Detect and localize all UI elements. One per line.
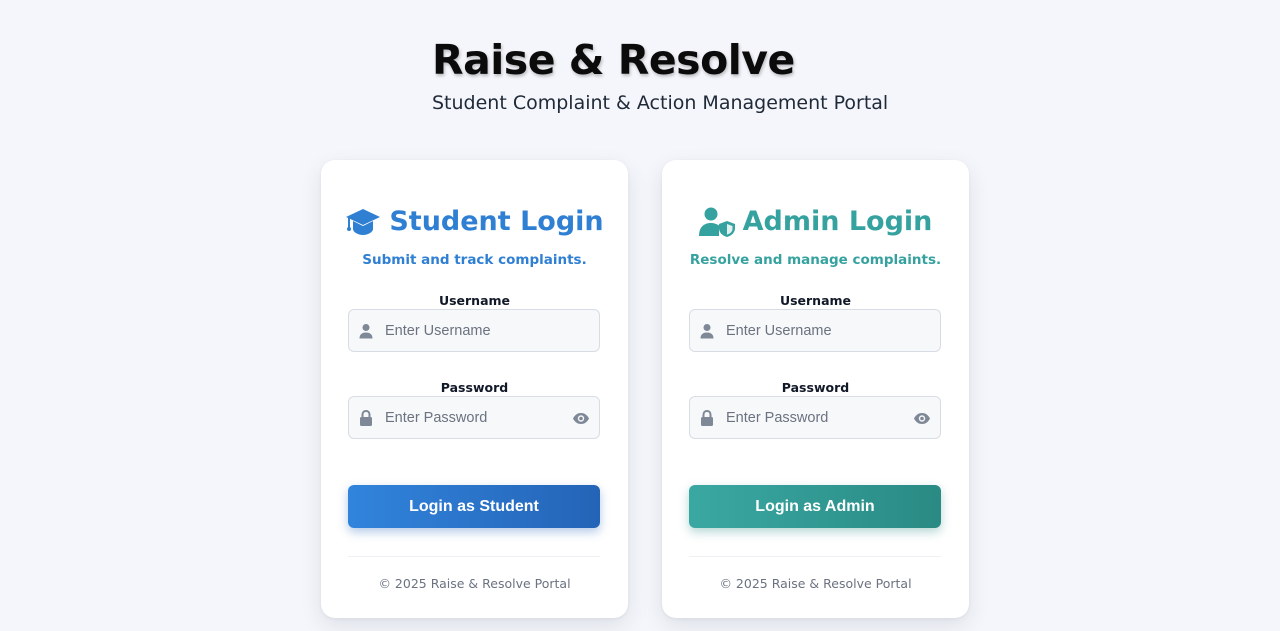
student-card-title: Student Login xyxy=(389,206,604,237)
admin-card-footer: © 2025 Raise & Resolve Portal xyxy=(719,576,912,591)
eye-icon[interactable] xyxy=(572,412,590,425)
admin-password-field xyxy=(689,396,941,439)
lock-icon xyxy=(701,410,713,426)
student-username-input[interactable] xyxy=(385,310,575,351)
page-subtitle: Student Complaint & Action Management Po… xyxy=(432,92,889,114)
admin-username-label: Username xyxy=(779,293,852,308)
student-login-card: Student Login Submit and track complaint… xyxy=(321,160,628,618)
student-card-subtitle: Submit and track complaints. xyxy=(362,252,587,268)
admin-card-subtitle: Resolve and manage complaints. xyxy=(689,252,942,268)
login-as-admin-button[interactable]: Login as Admin xyxy=(689,485,941,528)
login-page: Raise & Resolve Student Complaint & Acti… xyxy=(0,0,1280,631)
user-icon xyxy=(700,324,714,339)
user-icon xyxy=(359,324,373,339)
student-username-field xyxy=(348,309,600,352)
student-password-label: Password xyxy=(440,380,509,395)
admin-username-field xyxy=(689,309,941,352)
student-username-label: Username xyxy=(438,293,511,308)
graduation-cap-icon xyxy=(346,208,381,235)
student-card-footer: © 2025 Raise & Resolve Portal xyxy=(378,576,571,591)
student-card-header: Student Login xyxy=(321,206,628,237)
login-as-student-button[interactable]: Login as Student xyxy=(348,485,600,528)
admin-card-title: Admin Login xyxy=(742,206,933,237)
admin-password-label: Password xyxy=(781,380,850,395)
admin-card-header: Admin Login xyxy=(662,206,969,237)
student-password-input[interactable] xyxy=(385,397,575,438)
admin-username-input[interactable] xyxy=(726,310,916,351)
eye-icon[interactable] xyxy=(913,412,931,425)
admin-login-card: Admin Login Resolve and manage complaint… xyxy=(662,160,969,618)
student-card-divider xyxy=(348,556,600,557)
admin-password-input[interactable] xyxy=(726,397,916,438)
page-title: Raise & Resolve xyxy=(432,36,795,84)
lock-icon xyxy=(360,410,372,426)
admin-card-divider xyxy=(689,556,941,557)
student-password-field xyxy=(348,396,600,439)
user-shield-icon xyxy=(698,207,735,237)
